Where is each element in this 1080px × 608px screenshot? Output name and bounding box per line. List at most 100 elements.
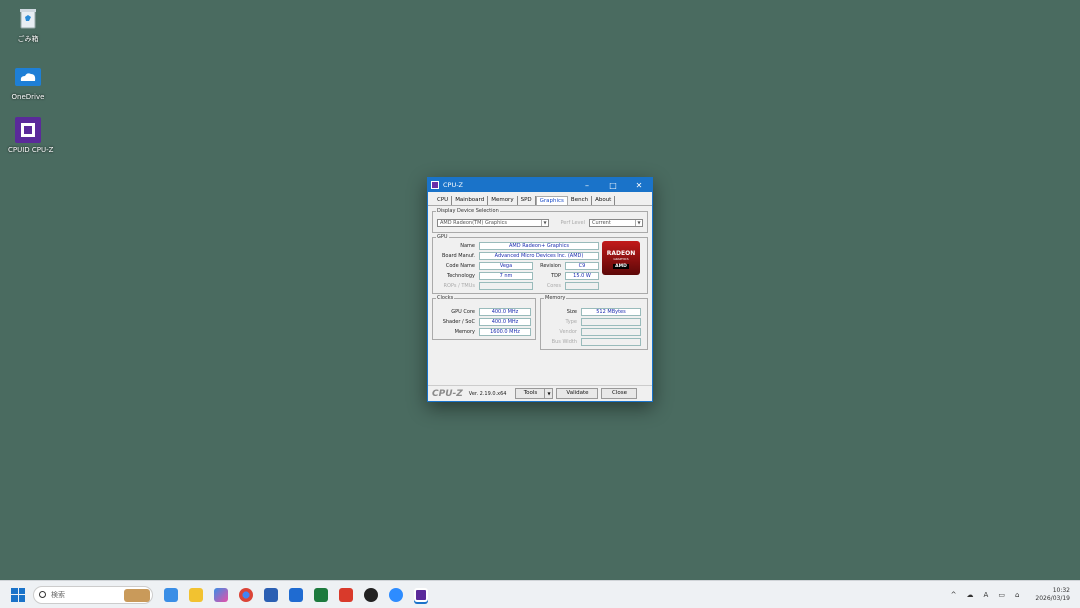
taskbar: 検索 ^ ☁ A ▭ ⌂ 10:32 2026/03/19 [0, 580, 1080, 608]
technology-label: Technology [446, 273, 475, 279]
technology-value: 7 nm [479, 272, 533, 280]
cpuz-brand: CPU-Z [432, 388, 463, 399]
tab-bench[interactable]: Bench [568, 196, 593, 205]
clock-time: 10:32 [1052, 587, 1070, 594]
tab-mainboard[interactable]: Mainboard [452, 196, 489, 205]
tab-spd[interactable]: SPD [518, 196, 536, 205]
code-name-value: Vega [479, 262, 533, 270]
revision-value: C9 [565, 262, 599, 270]
widgets-icon[interactable] [164, 587, 178, 602]
cpuz-app-icon [15, 117, 41, 143]
memory-vendor-label: Vendor [559, 329, 577, 335]
tab-memory[interactable]: Memory [488, 196, 518, 205]
taskbar-search[interactable]: 検索 [33, 585, 153, 604]
onedrive-icon [15, 64, 41, 90]
clock[interactable]: 10:32 2026/03/19 [1035, 587, 1070, 603]
desktop-icon-cpuz[interactable]: CPUID CPU-Z [8, 117, 54, 154]
amd-radeon-logo: RADEON GRAPHICS AMD [602, 241, 640, 275]
shader-soc-value: 400.0 MHz [479, 318, 531, 326]
gpu-name-label: Name [460, 243, 475, 249]
cores-label: Cores [546, 283, 561, 289]
memory-size-label: Size [566, 309, 577, 315]
ime-indicator[interactable]: A [984, 591, 989, 599]
store-icon[interactable] [264, 587, 278, 602]
tdp-value: 15.0 W [565, 272, 599, 280]
zoom-icon[interactable] [389, 587, 403, 602]
maximize-icon[interactable]: □ [600, 181, 626, 190]
tools-button-label: Tools [523, 390, 538, 396]
device-select[interactable]: AMD Radeon(TM) Graphics ▼ [437, 219, 549, 227]
desktop-icon-label: OneDrive [11, 93, 45, 101]
cores-value [565, 282, 599, 290]
copilot-icon[interactable] [214, 587, 228, 602]
logo-graphics-text: GRAPHICS [613, 257, 629, 261]
search-highlight-image [124, 588, 150, 602]
revision-label: Revision [540, 263, 561, 269]
close-button[interactable]: Close [601, 388, 638, 399]
device-select-value: AMD Radeon(TM) Graphics [440, 220, 508, 226]
cpuz-titlebar-icon [431, 181, 439, 189]
memory-size-value: 512 MBytes [581, 308, 641, 316]
file-explorer-icon[interactable] [189, 587, 203, 602]
logo-radeon-text: RADEON [606, 250, 636, 257]
desktop-icon-recycle-bin[interactable]: ごみ箱 [8, 5, 48, 44]
cpuz-taskbar-icon[interactable] [414, 587, 428, 602]
group-title: Display Device Selection [436, 208, 500, 214]
chrome-icon[interactable] [239, 587, 253, 602]
rops-tmus-label: ROPs / TMUs [443, 283, 475, 289]
window-title: CPU-Z [443, 181, 464, 189]
outlook-icon[interactable] [289, 587, 303, 602]
chevron-up-icon[interactable]: ^ [951, 591, 957, 599]
gpu-core-label: GPU Core [451, 309, 475, 315]
chevron-down-icon: ▼ [635, 220, 642, 226]
cpuz-window: CPU-Z – □ ✕ CPU Mainboard Memory SPD Gra… [427, 177, 653, 402]
tab-graphics[interactable]: Graphics [535, 196, 568, 205]
desktop-icon-onedrive[interactable]: OneDrive [8, 64, 48, 101]
memory-vendor-value [581, 328, 641, 336]
tab-about[interactable]: About [592, 196, 616, 205]
board-manuf-value: Advanced Micro Devices Inc. (AMD) [479, 252, 599, 260]
close-icon[interactable]: ✕ [626, 181, 652, 190]
gpu-name-value: AMD Radeon+ Graphics [479, 242, 599, 250]
memory-type-value [581, 318, 641, 326]
version-text: Ver. 2.19.0.x64 [468, 390, 507, 397]
search-icon [39, 591, 46, 598]
perf-level-label: Perf Level [560, 220, 585, 226]
chevron-down-icon: ▼ [541, 220, 548, 226]
onedrive-tray-icon[interactable]: ☁ [967, 591, 974, 599]
memory-clock-value: 1600.0 MHz [479, 328, 531, 336]
chevron-down-icon: ▼ [544, 389, 552, 398]
memory-group: Memory Size 512 MBytes Type Vendor Bus W… [540, 295, 648, 350]
validate-button[interactable]: Validate [556, 388, 599, 399]
clock-date: 2026/03/19 [1035, 595, 1070, 602]
excel-icon[interactable] [314, 587, 328, 602]
tools-button[interactable]: Tools ▼ [515, 388, 554, 399]
bus-width-label: Bus Width [551, 339, 577, 345]
acrobat-icon[interactable] [339, 587, 353, 602]
tdp-label: TDP [551, 273, 561, 279]
memory-clock-label: Memory [454, 329, 475, 335]
perf-level-select[interactable]: Current ▼ [589, 219, 643, 227]
board-manuf-label: Board Manuf. [442, 253, 475, 259]
code-name-label: Code Name [445, 263, 475, 269]
tab-bar: CPU Mainboard Memory SPD Graphics Bench … [428, 192, 652, 206]
title-bar[interactable]: CPU-Z – □ ✕ [428, 178, 652, 192]
battery-icon[interactable]: ▭ [998, 591, 1005, 599]
desktop-icon-label: ごみ箱 [17, 35, 39, 43]
windows-start-icon[interactable] [11, 587, 25, 602]
gpu-core-value: 400.0 MHz [479, 308, 531, 316]
recycle-bin-icon [15, 5, 41, 31]
desktop-icon-label: CPUID CPU-Z [8, 146, 54, 154]
app-icon-dark[interactable] [364, 587, 378, 602]
search-placeholder: 検索 [51, 590, 65, 599]
perf-level-value: Current [592, 220, 611, 226]
group-title: GPU [436, 234, 449, 240]
memory-type-label: Type [565, 319, 577, 325]
rops-tmus-value [479, 282, 533, 290]
clocks-group: Clocks GPU Core 400.0 MHz Shader / SoC 4… [432, 295, 536, 340]
group-title: Clocks [436, 295, 455, 301]
minimize-icon[interactable]: – [574, 181, 600, 190]
network-icon[interactable]: ⌂ [1015, 591, 1019, 599]
tab-cpu[interactable]: CPU [434, 196, 453, 205]
shader-soc-label: Shader / SoC [442, 319, 475, 325]
